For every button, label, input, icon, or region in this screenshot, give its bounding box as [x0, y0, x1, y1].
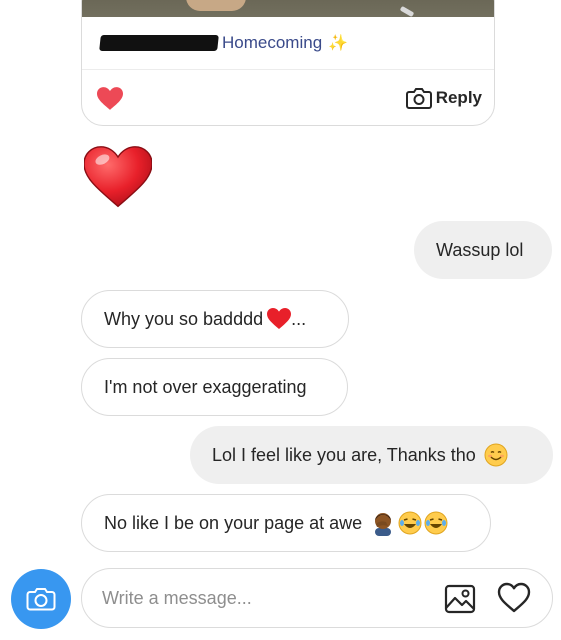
heart-outline-icon[interactable] — [497, 582, 531, 614]
message-text: Lol I feel like you are, Thanks tho — [212, 444, 476, 465]
tears-of-joy-icon — [424, 511, 448, 535]
smiling-face-icon — [484, 443, 508, 467]
reply-button[interactable]: Reply — [405, 87, 482, 109]
red-heart-icon — [267, 308, 292, 329]
message-composer — [81, 568, 553, 628]
message-text: I'm not over exaggerating — [104, 376, 307, 397]
man-facepalming-icon — [375, 513, 392, 536]
message-bubble-incoming[interactable]: No like I be on your page at awe — [81, 494, 491, 552]
message-bubble-outgoing[interactable]: Lol I feel like you are, Thanks tho — [190, 426, 553, 484]
reply-label: Reply — [435, 88, 482, 107]
card-divider — [82, 69, 494, 70]
sparkles-icon: ✨ — [328, 35, 349, 52]
message-bubble-outgoing[interactable]: Wassup lol — [414, 221, 552, 279]
gallery-icon[interactable] — [444, 584, 476, 614]
message-bubble-incoming[interactable]: Why you so badddd ... — [81, 290, 349, 348]
message-input[interactable] — [102, 583, 422, 613]
message-text: Why you so badddd — [104, 308, 264, 329]
heart-icon[interactable] — [97, 87, 123, 111]
story-thumbnail[interactable] — [82, 0, 494, 18]
camera-outline-icon — [405, 88, 432, 109]
camera-icon — [26, 588, 56, 611]
story-caption: Homecoming ✨ — [99, 32, 349, 54]
story-caption-text: Homecoming — [222, 33, 323, 52]
message-text: No like I be on your page at awe — [104, 512, 363, 533]
redacted-username — [99, 35, 219, 51]
message-text: Wassup lol — [436, 239, 524, 260]
tears-of-joy-icon — [398, 511, 422, 535]
message-suffix: ... — [291, 308, 307, 329]
story-reply-card[interactable]: Homecoming ✨ Reply — [81, 0, 495, 126]
red-heart-icon — [84, 146, 152, 208]
message-bubble-incoming[interactable]: I'm not over exaggerating — [81, 358, 348, 416]
camera-button[interactable] — [11, 569, 71, 629]
